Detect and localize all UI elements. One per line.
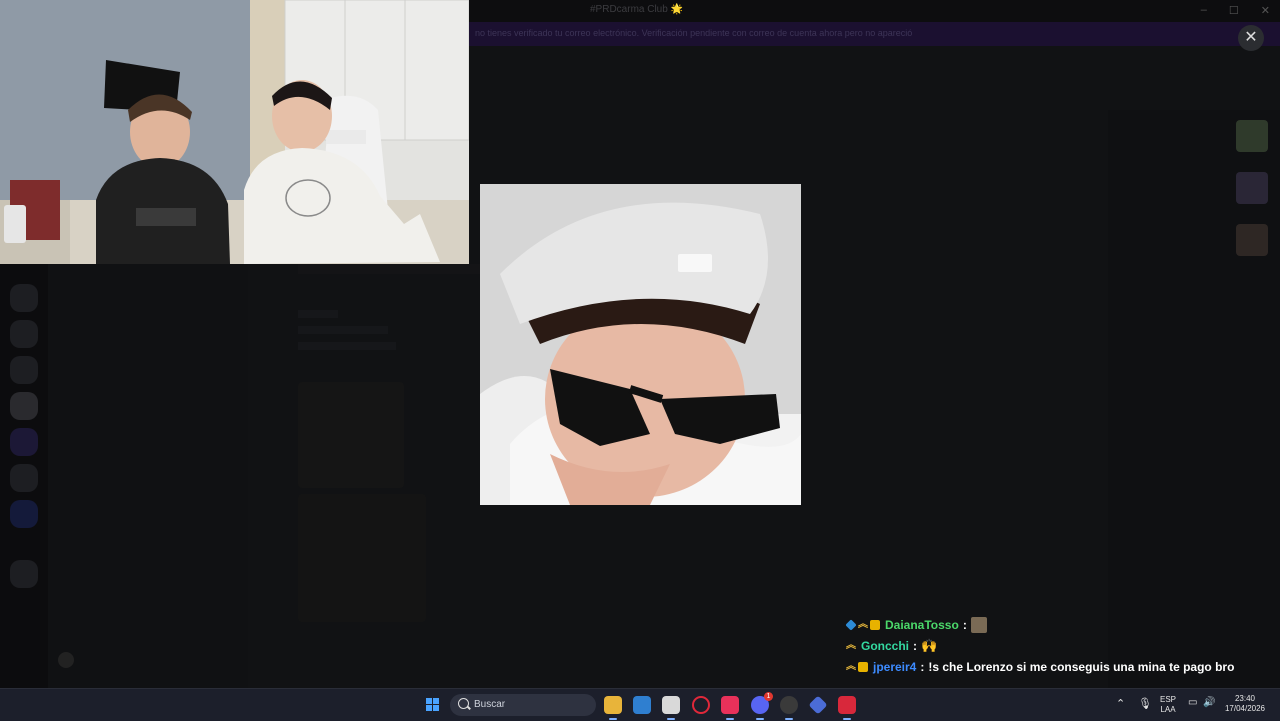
window-title: #PRDcarma Club 🌟 (590, 4, 684, 15)
microphone-icon[interactable]: 🎙 (1138, 697, 1152, 710)
chat-username: DaianaTosso (885, 617, 959, 632)
chat-message-text: !s che Lorenzo si me conseguis una mina … (928, 659, 1235, 674)
maximize-icon[interactable]: ☐ (1229, 4, 1239, 17)
language-code: ESP (1159, 695, 1176, 704)
colon: : (920, 659, 925, 674)
language-indicator[interactable]: ESP LAA (1156, 695, 1180, 715)
raised-hands-emote-icon: 🙌 (921, 637, 938, 653)
image-attachment[interactable] (298, 382, 404, 488)
avatar[interactable] (1236, 224, 1268, 256)
tiktok-icon[interactable] (721, 696, 739, 720)
sub-badge-icon (845, 618, 857, 631)
taskbar: Buscar 1 ⌃ 🎙 ESP LAA ▭ 🔊 23:40 17/04/202… (0, 688, 1280, 721)
image-attachment[interactable] (298, 494, 426, 622)
avatar[interactable] (58, 652, 74, 668)
avatar[interactable] (1236, 120, 1268, 152)
message-text (298, 326, 388, 334)
close-icon[interactable]: ✕ (1238, 25, 1264, 51)
server-icon[interactable] (10, 356, 38, 384)
minimize-icon[interactable]: – (1201, 4, 1207, 17)
window-controls: – ☐ ✕ (1201, 4, 1270, 17)
stream-chat: ︽ DaianaTosso : ︽ Goncchi : 🙌 ︽ jpereir4… (845, 614, 1266, 677)
server-icon[interactable] (10, 464, 38, 492)
colon: : (913, 638, 918, 653)
date: 17/04/2026 (1224, 704, 1266, 713)
crown-badge-icon (858, 661, 868, 672)
message-text (298, 342, 396, 350)
chat-username: Goncchi (861, 638, 910, 653)
chevron-badge-icon: ︽ (858, 618, 868, 630)
volume-icon[interactable]: 🔊 (1203, 697, 1215, 708)
server-list (0, 264, 48, 688)
chat-username: jpereir4 (873, 659, 917, 674)
crown-badge-icon (870, 619, 880, 630)
message-text (298, 310, 338, 318)
keyboard-layout: LAA (1160, 705, 1176, 714)
notice-banner: no tienes verificado tu correo electróni… (469, 22, 1280, 46)
server-icon[interactable] (10, 560, 38, 588)
chat-message: ︽ Goncchi : 🙌 (846, 635, 1266, 656)
obs-icon[interactable] (780, 696, 798, 720)
colon: : (962, 617, 967, 632)
streaming-app-icon[interactable] (838, 696, 856, 720)
server-icon[interactable] (10, 500, 38, 528)
server-icon[interactable] (10, 284, 38, 312)
chevron-badge-icon: ︽ (846, 660, 856, 672)
webcam-image (0, 0, 469, 264)
network-icon[interactable]: ▭ (1188, 697, 1197, 708)
taskbar-search[interactable]: Buscar (450, 694, 596, 716)
face-emote-icon (970, 616, 987, 633)
file-explorer-icon[interactable] (604, 696, 622, 720)
preview-photo (480, 184, 801, 505)
clock[interactable]: 23:40 17/04/2026 (1222, 694, 1268, 714)
server-icon[interactable] (10, 428, 38, 456)
time: 23:40 (1234, 694, 1256, 703)
search-placeholder: Buscar (474, 699, 506, 710)
chat-message: ︽ DaianaTosso : (845, 614, 1266, 635)
windows-start-icon[interactable] (426, 698, 440, 712)
photos-icon[interactable] (633, 696, 651, 714)
banner-text: no tienes verificado tu correo electróni… (475, 28, 913, 38)
member-list (1108, 110, 1280, 688)
chevron-up-icon[interactable]: ⌃ (1116, 697, 1125, 710)
discord-icon[interactable]: 1 (751, 692, 773, 720)
webcam-feed (0, 0, 469, 264)
search-icon (458, 698, 469, 709)
capture-app-icon[interactable] (662, 696, 680, 720)
opera-icon[interactable] (692, 696, 710, 714)
app-icon[interactable] (808, 695, 828, 715)
image-preview[interactable] (480, 184, 801, 505)
close-window-icon[interactable]: ✕ (1261, 4, 1270, 17)
avatar[interactable] (1236, 172, 1268, 204)
server-icon[interactable] (10, 320, 38, 348)
channel-list (48, 264, 248, 688)
server-icon[interactable] (10, 392, 38, 420)
notification-badge: 1 (764, 692, 773, 701)
chevron-badge-icon: ︽ (846, 639, 856, 651)
chat-message: ︽ jpereir4 : !s che Lorenzo si me conseg… (846, 656, 1266, 677)
